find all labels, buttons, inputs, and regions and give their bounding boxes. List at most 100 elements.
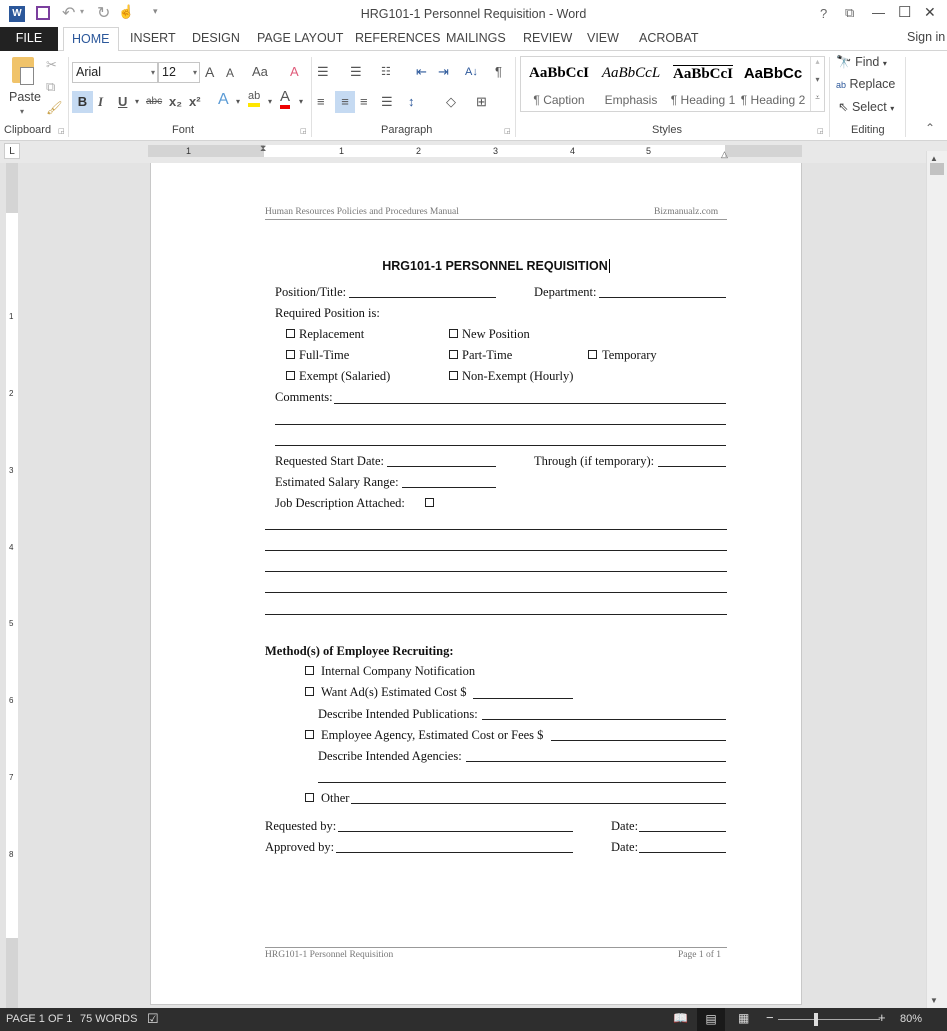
scroll-thumb[interactable] <box>930 163 944 175</box>
align-left-icon[interactable]: ≡ <box>317 93 325 111</box>
agency-cost-field[interactable] <box>551 740 726 741</box>
approved-date-field[interactable] <box>639 852 726 853</box>
superscript-button[interactable]: x² <box>189 93 201 111</box>
want-ads-checkbox[interactable] <box>305 687 314 696</box>
paste-dropdown[interactable]: ▾ <box>20 107 24 116</box>
style-emphasis[interactable]: AaBbCcL Emphasis <box>595 57 667 111</box>
font-launcher-icon[interactable]: ◲ <box>300 127 307 135</box>
new-position-checkbox[interactable] <box>449 329 458 338</box>
underline-button[interactable]: U <box>118 93 127 111</box>
full-time-checkbox[interactable] <box>286 350 295 359</box>
proofing-icon[interactable]: ☑ <box>147 1011 159 1027</box>
zoom-slider-thumb[interactable] <box>814 1013 818 1026</box>
comments-field-line-3[interactable] <box>275 445 726 446</box>
font-size-combo[interactable]: 12 ▾ <box>158 62 200 83</box>
job-description-checkbox[interactable] <box>425 498 434 507</box>
print-layout-icon[interactable]: ▤ <box>697 1008 725 1031</box>
position-title-field[interactable] <box>349 297 496 298</box>
text-effects-icon[interactable]: A <box>218 91 229 109</box>
font-color-dropdown[interactable]: ▾ <box>299 93 303 111</box>
comments-field[interactable] <box>334 403 726 404</box>
styles-scroll-down[interactable]: ▾ <box>810 75 824 93</box>
cut-icon[interactable]: ✂ <box>46 56 57 74</box>
left-indent-marker[interactable]: ⧗ <box>260 143 269 165</box>
want-ads-cost-field[interactable] <box>473 698 573 699</box>
employee-agency-checkbox[interactable] <box>305 730 314 739</box>
bullets-icon[interactable]: ☰ <box>317 63 329 81</box>
tab-page-layout[interactable]: PAGE LAYOUT <box>249 27 351 51</box>
comments-field-line-2[interactable] <box>275 424 726 425</box>
clear-formatting-icon[interactable]: A <box>290 63 299 81</box>
requested-by-field[interactable] <box>338 831 573 832</box>
subscript-button[interactable]: x₂ <box>169 93 182 111</box>
paste-button[interactable]: Paste <box>9 90 41 104</box>
font-color-icon[interactable]: A <box>280 89 291 109</box>
tab-insert[interactable]: INSERT <box>122 27 184 51</box>
tab-file[interactable]: FILE <box>0 27 58 51</box>
read-mode-icon[interactable]: 📖 <box>673 1011 688 1025</box>
non-exempt-checkbox[interactable] <box>449 371 458 380</box>
align-right-icon[interactable]: ≡ <box>360 93 368 111</box>
highlight-dropdown[interactable]: ▾ <box>268 93 272 111</box>
style-heading-2[interactable]: AaBbCc ¶ Heading 2 <box>737 57 809 111</box>
publications-field[interactable] <box>482 719 726 720</box>
font-name-combo[interactable]: Arial ▾ <box>72 62 158 83</box>
other-field[interactable] <box>351 803 726 804</box>
highlight-icon[interactable]: ab <box>248 89 261 107</box>
tab-review[interactable]: REVIEW <box>515 27 580 51</box>
document-page[interactable]: Human Resources Policies and Procedures … <box>150 163 802 1005</box>
find-button[interactable]: 🔭 Find ▾ <box>836 55 887 70</box>
exempt-checkbox[interactable] <box>286 371 295 380</box>
style-caption[interactable]: AaBbCcI ¶ Caption <box>523 57 595 111</box>
increase-indent-icon[interactable]: ⇥ <box>438 63 449 81</box>
word-count[interactable]: 75 WORDS <box>80 1013 137 1025</box>
agencies-field[interactable] <box>466 761 726 762</box>
sort-icon[interactable]: A↓ <box>465 63 478 81</box>
part-time-checkbox[interactable] <box>449 350 458 359</box>
zoom-slider[interactable] <box>778 1019 880 1020</box>
paragraph-launcher-icon[interactable]: ◲ <box>504 127 511 135</box>
ribbon-display-options-button[interactable]: ⧉ <box>845 5 854 21</box>
other-checkbox[interactable] <box>305 793 314 802</box>
approved-by-field[interactable] <box>336 852 573 853</box>
right-indent-marker[interactable]: △ <box>721 149 728 160</box>
salary-range-field[interactable] <box>402 487 496 488</box>
minimize-button[interactable]: — <box>872 5 885 20</box>
blank-line[interactable] <box>265 529 727 530</box>
replacement-checkbox[interactable] <box>286 329 295 338</box>
scroll-up-arrow[interactable]: ▲ <box>930 154 938 163</box>
show-formatting-icon[interactable]: ¶ <box>495 63 502 81</box>
style-heading-1[interactable]: AaBbCcI ¶ Heading 1 <box>667 57 739 111</box>
requested-date-field[interactable] <box>639 831 726 832</box>
clipboard-launcher-icon[interactable]: ◲ <box>58 127 65 135</box>
blank-line[interactable] <box>265 592 727 593</box>
grow-font-icon[interactable]: A <box>205 63 214 81</box>
tab-home[interactable]: HOME <box>63 27 119 52</box>
decrease-indent-icon[interactable]: ⇤ <box>416 63 427 81</box>
page-count[interactable]: PAGE 1 OF 1 <box>6 1013 72 1025</box>
sign-in-link[interactable]: Sign in <box>907 30 945 44</box>
zoom-in-button[interactable]: + <box>878 1010 886 1025</box>
align-center-icon[interactable]: ≡ <box>335 91 355 113</box>
zoom-out-button[interactable]: − <box>766 1010 774 1025</box>
italic-button[interactable]: I <box>98 93 103 111</box>
temporary-checkbox[interactable] <box>588 350 597 359</box>
vertical-ruler[interactable]: 1 2 3 4 5 6 7 8 <box>6 163 18 1008</box>
shrink-font-icon[interactable]: A <box>226 64 234 82</box>
shading-icon[interactable]: ◇ <box>446 93 456 111</box>
close-button[interactable]: ✕ <box>924 4 936 21</box>
select-button[interactable]: ⇖ Select ▾ <box>838 99 894 114</box>
maximize-button[interactable]: ☐ <box>898 3 911 21</box>
bold-button[interactable]: B <box>72 91 93 113</box>
through-field[interactable] <box>658 466 726 467</box>
requested-start-date-field[interactable] <box>387 466 496 467</box>
numbering-icon[interactable]: ☰ <box>350 63 362 81</box>
help-button[interactable]: ? <box>820 6 827 21</box>
styles-scroll-up[interactable]: ▴ <box>810 57 824 75</box>
web-layout-icon[interactable]: ▦ <box>738 1011 749 1025</box>
styles-more[interactable]: ⩡ <box>810 93 824 111</box>
paste-icon[interactable] <box>12 57 34 85</box>
agencies-field-line-2[interactable] <box>318 782 726 783</box>
zoom-level[interactable]: 80% <box>900 1013 922 1025</box>
copy-icon[interactable]: ⧉ <box>46 78 55 96</box>
